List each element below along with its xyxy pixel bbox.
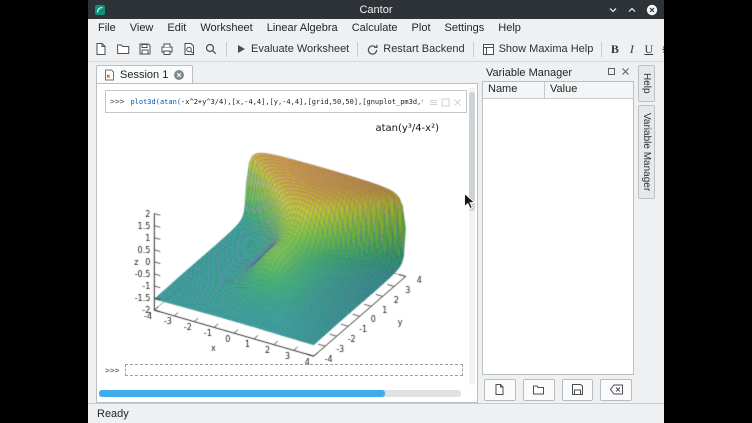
variable-manager-title: Variable Manager [486, 67, 572, 79]
menu-item-edit[interactable]: Edit [160, 21, 193, 35]
plot3d-canvas [126, 117, 446, 365]
menu-item-plot[interactable]: Plot [405, 21, 438, 35]
entry-remove-icon[interactable] [453, 92, 462, 111]
menu-item-linear-algebra[interactable]: Linear Algebra [260, 21, 345, 35]
worksheet-icon [104, 69, 115, 81]
toolbar: Evaluate Worksheet Restart Backend Show … [88, 37, 664, 62]
open-button[interactable] [113, 40, 133, 58]
empty-entry-prompt: >>> [105, 366, 119, 375]
code-segment: plot3d( [130, 98, 160, 106]
worksheet-column: Session 1 >>> plot3d(atan(-x^2+y^3/4),[x… [96, 64, 478, 403]
restart-backend-label: Restart Backend [383, 43, 464, 55]
entry-placeholder[interactable] [125, 364, 463, 376]
help-panel-icon [482, 43, 495, 56]
horizontal-scrollbar[interactable] [99, 390, 461, 397]
save-button[interactable] [135, 40, 155, 58]
format-underline-button[interactable]: U [641, 40, 656, 59]
column-header-name[interactable]: Name [483, 82, 545, 98]
worksheet-view[interactable]: >>> plot3d(atan(-x^2+y^3/4),[x,-4,4],[y,… [96, 83, 478, 403]
tab-close-icon[interactable] [173, 69, 185, 81]
float-panel-icon[interactable] [607, 67, 616, 79]
side-tab-strip: Help Variable Manager [638, 64, 662, 403]
evaluate-worksheet-button[interactable]: Evaluate Worksheet [232, 41, 352, 57]
new-variable-button[interactable] [484, 379, 516, 401]
variable-manager-header[interactable]: Variable Manager [482, 64, 634, 81]
variable-manager-panel: Variable Manager Name Value [482, 64, 634, 403]
code-segment: true [421, 98, 423, 106]
menubar: FileViewEditWorksheetLinear AlgebraCalcu… [88, 19, 664, 37]
cantor-window: Cantor FileViewEditWorksheetLinear Algeb… [88, 0, 664, 423]
empty-entry[interactable]: >>> [105, 364, 463, 376]
print-preview-button[interactable] [179, 40, 199, 58]
variable-table-header: Name Value [483, 82, 633, 99]
menu-item-view[interactable]: View [123, 21, 161, 35]
vertical-scrollbar[interactable] [469, 87, 475, 385]
save-variables-button[interactable] [562, 379, 594, 401]
entry-menu-icon[interactable] [429, 92, 438, 111]
code-segment: -x^2+y^3/4),[x,-4,4],[y,-4,4],[grid,50,5… [181, 98, 421, 106]
command-entry[interactable]: >>> plot3d(atan(-x^2+y^3/4),[x,-4,4],[y,… [105, 90, 467, 113]
window-title: Cantor [88, 4, 664, 16]
minimize-button[interactable] [608, 5, 618, 15]
maximize-button[interactable] [627, 5, 637, 15]
tab-session-1[interactable]: Session 1 [96, 65, 193, 83]
new-worksheet-button[interactable] [91, 40, 111, 58]
menu-item-file[interactable]: File [91, 21, 123, 35]
show-maxima-help-button[interactable]: Show Maxima Help [479, 41, 597, 58]
restart-backend-button[interactable]: Restart Backend [363, 41, 467, 58]
main-content: Session 1 >>> plot3d(atan(-x^2+y^3/4),[x… [88, 62, 664, 403]
mouse-cursor [463, 192, 476, 211]
entry-collapse-icon[interactable] [441, 92, 450, 111]
close-button[interactable] [646, 4, 658, 16]
titlebar[interactable]: Cantor [88, 0, 664, 19]
statusbar: Ready [88, 403, 664, 423]
close-panel-icon[interactable] [621, 67, 630, 79]
menu-item-settings[interactable]: Settings [438, 21, 492, 35]
column-header-value[interactable]: Value [545, 82, 633, 98]
code-segment: atan( [160, 98, 181, 106]
format-buttons: BIUST⁺ [607, 40, 664, 59]
load-variables-button[interactable] [523, 379, 555, 401]
side-tab-variable-manager[interactable]: Variable Manager [638, 105, 655, 199]
run-icon [235, 43, 247, 55]
variable-manager-buttons [482, 375, 634, 403]
zoom-button[interactable] [201, 40, 221, 58]
restart-icon [366, 43, 379, 56]
evaluate-worksheet-label: Evaluate Worksheet [251, 43, 349, 55]
format-italic-button[interactable]: I [624, 40, 639, 59]
command-code[interactable]: plot3d(atan(-x^2+y^3/4),[x,-4,4],[y,-4,4… [130, 98, 423, 106]
menu-item-help[interactable]: Help [491, 21, 528, 35]
horizontal-scrollbar-thumb[interactable] [99, 390, 385, 397]
screen: Cantor FileViewEditWorksheetLinear Algeb… [0, 0, 752, 423]
tabbar: Session 1 [96, 64, 478, 83]
side-tab-help[interactable]: Help [638, 65, 655, 102]
plot-result: atan(y³/4-x²) [105, 117, 467, 375]
menu-item-calculate[interactable]: Calculate [345, 21, 405, 35]
plot-title: atan(y³/4-x²) [375, 123, 439, 134]
menu-item-worksheet[interactable]: Worksheet [193, 21, 259, 35]
status-text: Ready [97, 408, 129, 420]
tab-label: Session 1 [120, 69, 168, 81]
clear-variables-button[interactable] [600, 379, 632, 401]
variable-table: Name Value [482, 81, 634, 375]
show-maxima-help-label: Show Maxima Help [499, 43, 594, 55]
print-button[interactable] [157, 40, 177, 58]
format-strike-button[interactable]: S [658, 40, 664, 59]
variable-table-body [483, 99, 633, 374]
command-prompt: >>> [110, 97, 124, 106]
format-bold-button[interactable]: B [607, 40, 622, 59]
